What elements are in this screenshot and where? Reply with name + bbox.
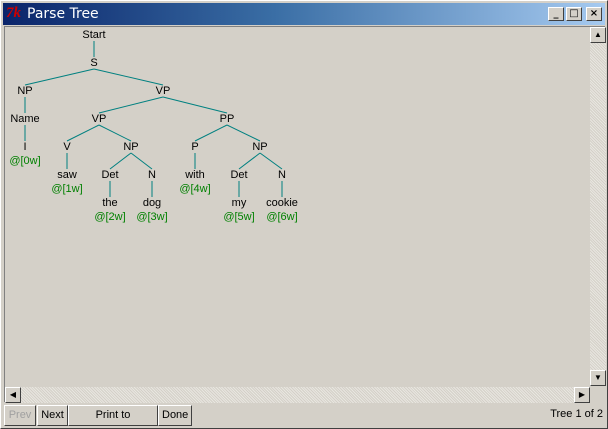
next-button[interactable]: Next [37, 405, 68, 426]
edge-vp-pp [162, 96, 228, 114]
title-bar[interactable]: 7k Parse Tree _ □ × [3, 3, 605, 25]
tree-leaf-0[interactable]: @[0w] [9, 155, 40, 168]
tree-node-n[interactable]: N [148, 169, 156, 182]
edge-np-n2 [259, 152, 283, 170]
window-title: Parse Tree [27, 6, 99, 22]
tree-node-with[interactable]: with [185, 169, 205, 182]
tree-count-status: Tree 1 of 2 [550, 408, 603, 420]
scroll-right-button[interactable]: ▶ [574, 387, 590, 403]
edge-pp-np [226, 124, 261, 142]
tree-node-n-2[interactable]: N [278, 169, 286, 182]
tree-node-np[interactable]: NP [17, 85, 32, 98]
tree-canvas: Start S NP VP Name I VP PP V NP P NP saw… [5, 27, 589, 386]
tree-node-np-pp[interactable]: NP [252, 141, 267, 154]
edge-np-det2 [238, 152, 261, 170]
edge-np-det [109, 152, 132, 170]
close-button[interactable]: × [586, 7, 602, 21]
edge-vp-v [66, 124, 100, 142]
done-button[interactable]: Done [158, 405, 192, 426]
edge-s-vp [93, 68, 164, 86]
edge-np-n [130, 152, 153, 170]
parse-tree-window: 7k Parse Tree _ □ × Start S NP VP Name I… [0, 0, 608, 429]
scroll-left-button[interactable]: ◀ [5, 387, 21, 403]
tree-leaf-2[interactable]: @[2w] [94, 211, 125, 224]
bottom-toolbar: Prev Next Print to Postscript Done Tree … [4, 404, 605, 429]
prev-button[interactable]: Prev [4, 405, 36, 426]
tree-node-my[interactable]: my [232, 197, 247, 210]
tree-leaf-6[interactable]: @[6w] [266, 211, 297, 224]
tree-node-det[interactable]: Det [101, 169, 118, 182]
maximize-button[interactable]: □ [566, 7, 582, 21]
edge-pp-p [194, 124, 228, 142]
tree-canvas-frame: Start S NP VP Name I VP PP V NP P NP saw… [4, 26, 606, 403]
tree-node-pp[interactable]: PP [220, 113, 235, 126]
tree-node-p[interactable]: P [191, 141, 198, 154]
print-to-postscript-button[interactable]: Print to Postscript [68, 405, 158, 429]
edge-vp-np [98, 124, 132, 142]
tree-node-dog[interactable]: dog [143, 197, 161, 210]
edge-s-np [24, 68, 95, 86]
tree-leaf-3[interactable]: @[3w] [136, 211, 167, 224]
tree-node-i[interactable]: I [23, 141, 26, 154]
tree-leaf-4[interactable]: @[4w] [179, 183, 210, 196]
minimize-button[interactable]: _ [548, 7, 564, 21]
scroll-up-button[interactable]: ▲ [590, 27, 606, 43]
horizontal-scrollbar[interactable]: ◀ ▶ [5, 387, 590, 403]
tree-node-vp-inner[interactable]: VP [92, 113, 107, 126]
tree-node-saw[interactable]: saw [57, 169, 77, 182]
tree-node-v[interactable]: V [63, 141, 70, 154]
tree-node-start[interactable]: Start [82, 29, 105, 42]
tree-node-cookie[interactable]: cookie [266, 197, 298, 210]
tk-icon: 7k [6, 5, 21, 21]
scroll-down-button[interactable]: ▼ [590, 370, 606, 386]
tree-node-the[interactable]: the [102, 197, 117, 210]
tree-node-np-object[interactable]: NP [123, 141, 138, 154]
edge-vp-vp [98, 96, 164, 114]
tree-node-s[interactable]: S [90, 57, 97, 70]
tree-leaf-1[interactable]: @[1w] [51, 183, 82, 196]
tree-node-name[interactable]: Name [10, 113, 39, 126]
tree-node-det-2[interactable]: Det [230, 169, 247, 182]
vertical-scrollbar[interactable]: ▲ ▼ [590, 27, 606, 386]
tree-node-vp[interactable]: VP [156, 85, 171, 98]
tree-leaf-5[interactable]: @[5w] [223, 211, 254, 224]
